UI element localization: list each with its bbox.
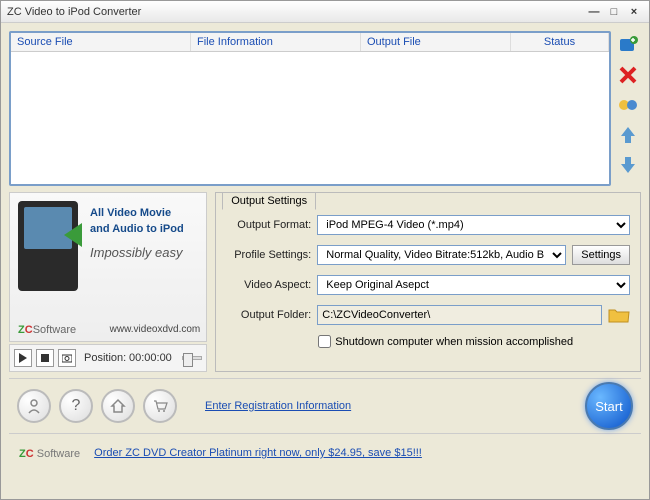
output-folder-label: Output Folder:	[226, 309, 311, 321]
person-icon	[26, 398, 42, 414]
move-down-button[interactable]	[616, 153, 640, 177]
play-button[interactable]	[14, 349, 32, 367]
add-icon	[617, 34, 639, 56]
add-file-button[interactable]	[616, 33, 640, 57]
promo-line2: and Audio to iPod	[90, 223, 184, 235]
position-label: Position: 00:00:00	[84, 352, 172, 364]
promo-image: All Video Movie and Audio to iPod Impossi…	[9, 192, 207, 342]
arrow-down-icon	[617, 154, 639, 176]
promo-tagline: Impossibly easy	[90, 245, 200, 260]
browse-folder-button[interactable]	[608, 306, 630, 324]
output-settings-panel: Output Settings Output Format: iPod MPEG…	[215, 192, 641, 372]
stop-button[interactable]	[36, 349, 54, 367]
help-button[interactable]: ?	[59, 389, 93, 423]
clear-button[interactable]	[616, 93, 640, 117]
cart-icon	[152, 398, 168, 414]
start-button[interactable]: Start	[585, 382, 633, 430]
col-output-file[interactable]: Output File	[361, 33, 511, 51]
shutdown-label: Shutdown computer when mission accomplis…	[335, 336, 573, 348]
home-icon	[110, 398, 126, 414]
footer: ZC Software Order ZC DVD Creator Platinu…	[9, 440, 641, 466]
play-icon	[18, 353, 28, 363]
footer-brand: ZC Software	[19, 444, 80, 462]
settings-tab: Output Settings	[222, 192, 316, 210]
player-controls: Position: 00:00:00	[9, 344, 207, 372]
home-button[interactable]	[101, 389, 135, 423]
output-folder-field[interactable]	[317, 305, 602, 325]
side-toolbar	[615, 31, 641, 186]
profile-settings-button[interactable]: Settings	[572, 245, 630, 265]
middle-area: All Video Movie and Audio to iPod Impossi…	[9, 192, 641, 372]
snapshot-button[interactable]	[58, 349, 76, 367]
window-title: ZC Video to iPod Converter	[7, 6, 583, 18]
promo-panel: All Video Movie and Audio to iPod Impossi…	[9, 192, 207, 372]
position-slider[interactable]	[182, 356, 202, 360]
clear-icon	[617, 94, 639, 116]
camera-icon	[62, 353, 72, 363]
purchase-button[interactable]	[143, 389, 177, 423]
file-list-header: Source File File Information Output File…	[11, 33, 609, 52]
order-link[interactable]: Order ZC DVD Creator Platinum right now,…	[94, 447, 422, 459]
promo-brand: ZCSoftware	[18, 320, 76, 337]
profile-settings-label: Profile Settings:	[226, 249, 311, 261]
video-aspect-label: Video Aspect:	[226, 279, 311, 291]
folder-icon	[608, 306, 630, 324]
col-file-info[interactable]: File Information	[191, 33, 361, 51]
promo-text: All Video Movie and Audio to iPod Impossi…	[90, 203, 200, 260]
delete-icon	[617, 64, 639, 86]
filelist-area: Source File File Information Output File…	[9, 31, 641, 186]
file-list-body[interactable]	[11, 52, 609, 184]
arrow-icon	[64, 223, 82, 247]
promo-url: www.videoxdvd.com	[110, 324, 201, 335]
registration-link[interactable]: Enter Registration Information	[205, 400, 351, 412]
app-window: ZC Video to iPod Converter — □ × Source …	[0, 0, 650, 500]
shutdown-checkbox[interactable]	[318, 335, 331, 348]
bottom-toolbar: ? Enter Registration Information Start	[9, 378, 641, 434]
arrow-up-icon	[617, 124, 639, 146]
video-aspect-select[interactable]: Keep Original Asepct	[317, 275, 630, 295]
content-area: Source File File Information Output File…	[1, 23, 649, 499]
output-format-label: Output Format:	[226, 219, 311, 231]
col-status[interactable]: Status	[511, 33, 609, 51]
close-button[interactable]: ×	[625, 4, 643, 20]
profile-settings-select[interactable]: Normal Quality, Video Bitrate:512kb, Aud…	[317, 245, 566, 265]
file-list[interactable]: Source File File Information Output File…	[9, 31, 611, 186]
output-format-select[interactable]: iPod MPEG-4 Video (*.mp4)	[317, 215, 630, 235]
promo-line1: All Video Movie	[90, 207, 171, 219]
maximize-button[interactable]: □	[605, 4, 623, 20]
titlebar: ZC Video to iPod Converter — □ ×	[1, 1, 649, 23]
stop-icon	[40, 353, 50, 363]
remove-file-button[interactable]	[616, 63, 640, 87]
col-source[interactable]: Source File	[11, 33, 191, 51]
minimize-button[interactable]: —	[585, 4, 603, 20]
move-up-button[interactable]	[616, 123, 640, 147]
about-button[interactable]	[17, 389, 51, 423]
